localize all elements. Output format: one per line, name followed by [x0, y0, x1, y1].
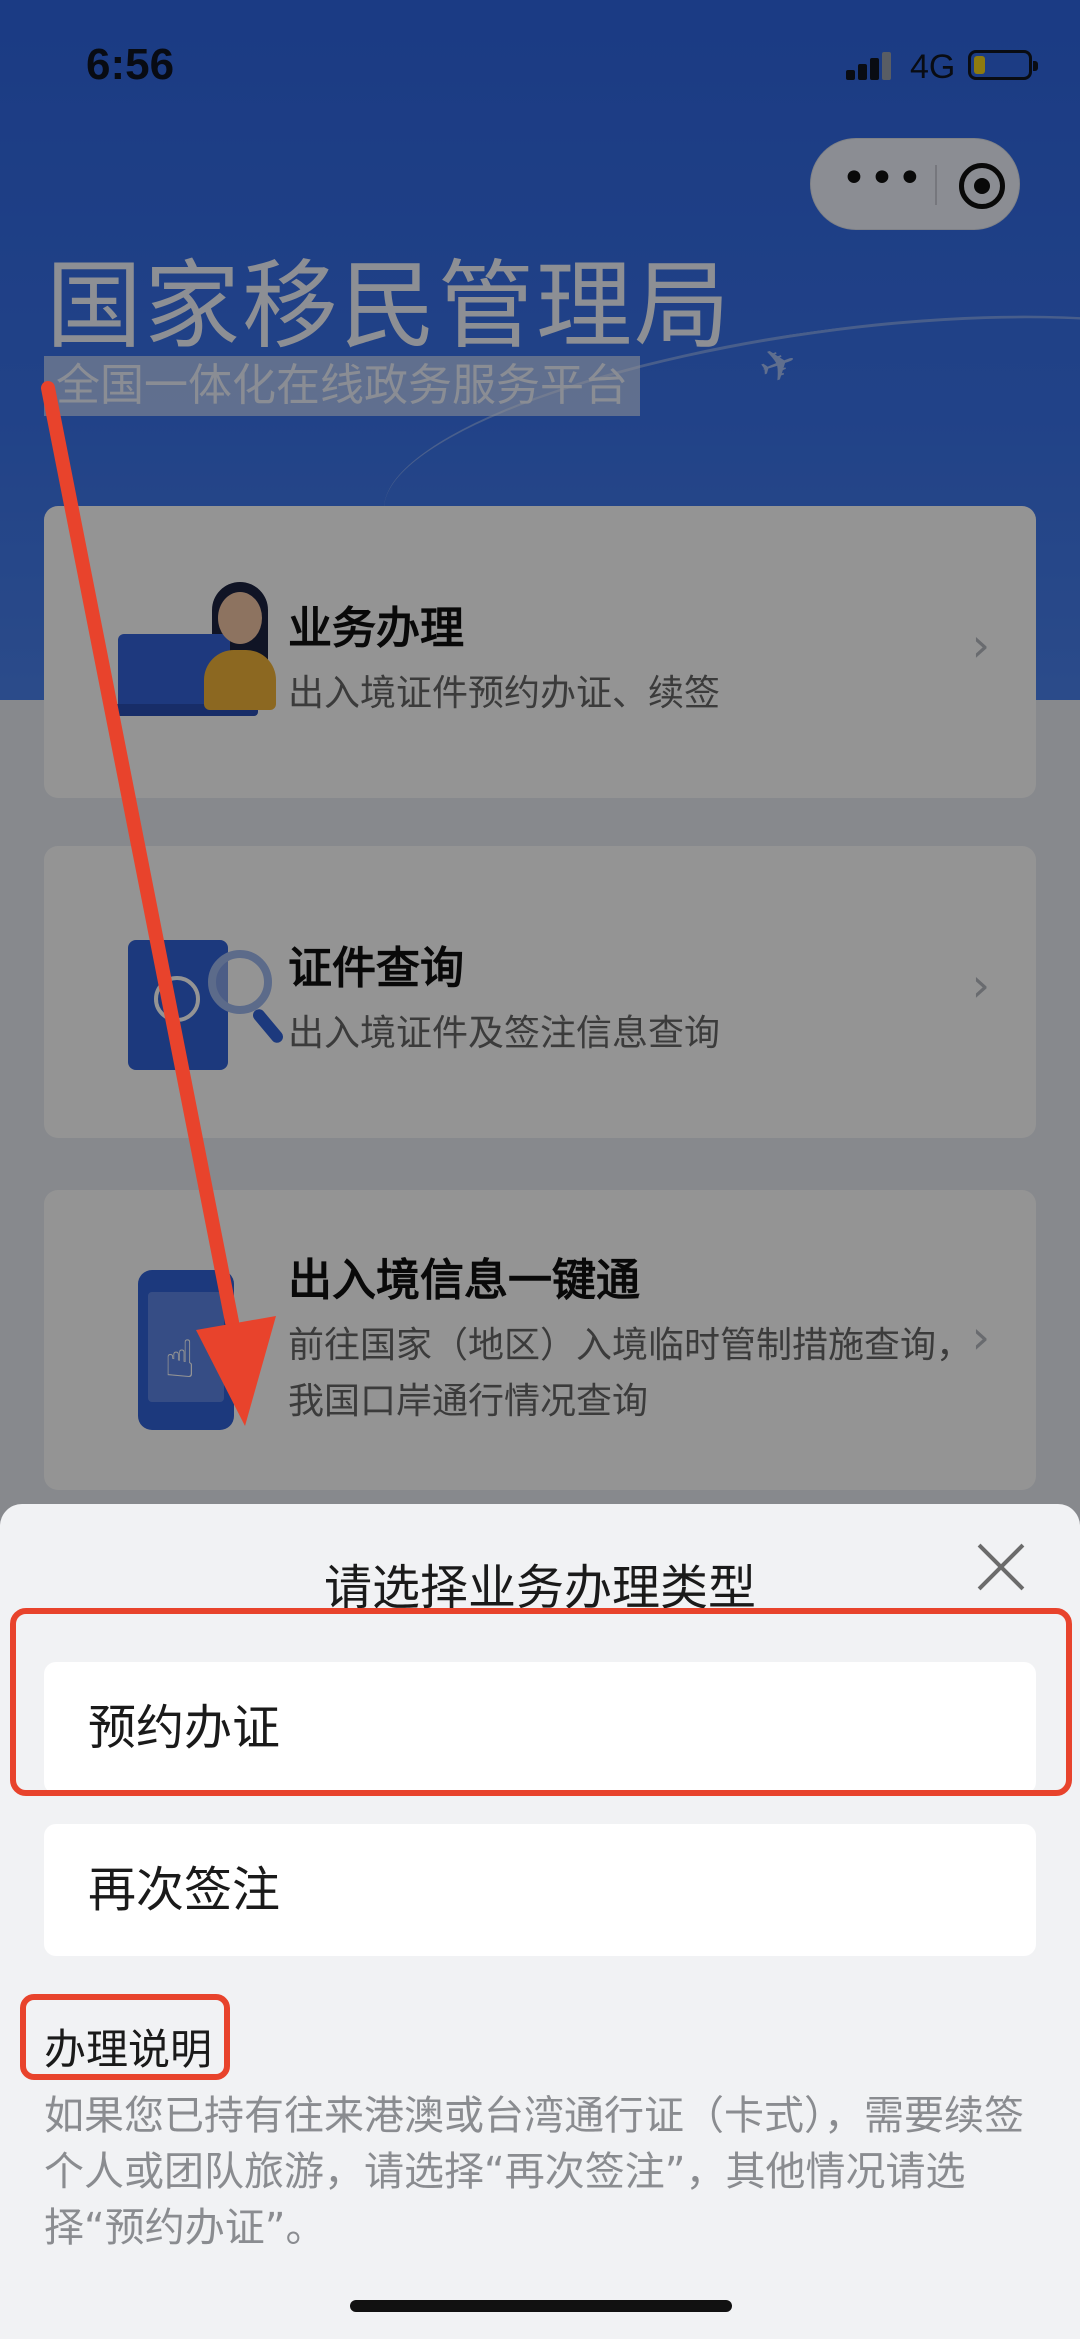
option-re-endorsement[interactable]: 再次签注: [44, 1824, 1036, 1956]
close-icon[interactable]: [974, 1540, 1028, 1594]
highlight-box-option: [10, 1608, 1072, 1796]
home-indicator[interactable]: [350, 2300, 732, 2312]
note-text: 如果您已持有往来港澳或台湾通行证（卡式），需要续签个人或团队旅游，请选择“再次签…: [44, 2093, 1024, 2251]
highlight-box-note: [20, 1994, 230, 2080]
